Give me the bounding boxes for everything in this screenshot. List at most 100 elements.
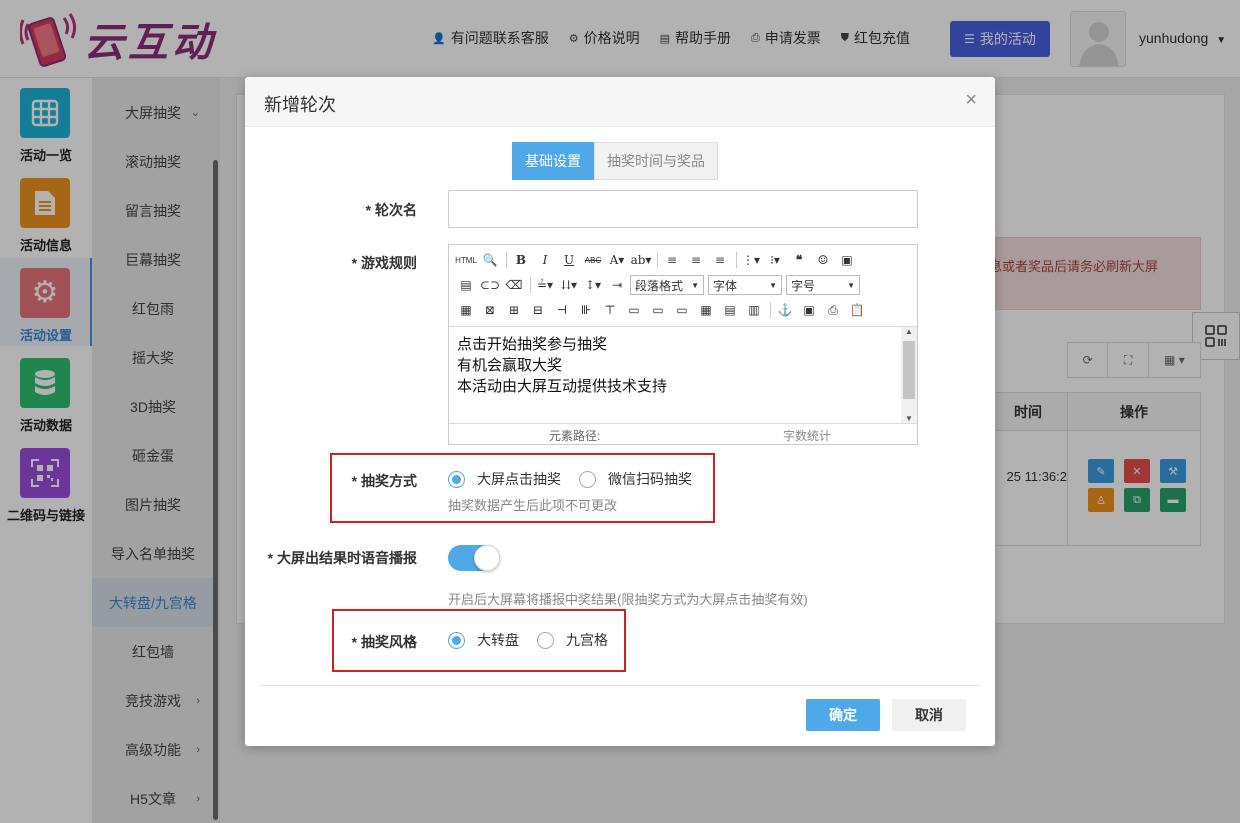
delete-col-icon[interactable]: ⊤	[599, 299, 621, 321]
editor-scrollbar[interactable]: ▲ ▼	[901, 327, 917, 423]
insert-row-icon[interactable]: ⊟	[527, 299, 549, 321]
radio-label: 大转盘	[477, 632, 519, 648]
select-value: 字号	[791, 278, 816, 293]
close-icon[interactable]: ×	[965, 90, 977, 110]
tab-basic-settings[interactable]: 基础设置	[512, 142, 594, 180]
radio-wheel[interactable]	[448, 631, 465, 649]
split-cols-icon[interactable]: ▥	[743, 299, 765, 321]
row-height-icon[interactable]: ↕▾	[582, 274, 604, 296]
cancel-button[interactable]: 取消	[892, 699, 966, 731]
radio-label: 大屏点击抽奖	[477, 471, 561, 487]
editor-toolbar: HTML 🔍 B I U ABC A▾ ab▾ ≡ ≡ ≡ ⋮▾ ⁝▾ ❝ ☺ …	[449, 245, 917, 327]
delete-row-icon[interactable]: ⊣	[551, 299, 573, 321]
merge-cells-icon[interactable]: ▭	[623, 299, 645, 321]
radio-label: 九宫格	[566, 632, 608, 648]
draw-mode-hint: 抽奖数据产生后此项不可更改	[448, 498, 618, 513]
font-family-select[interactable]: 字体 ▼	[708, 275, 782, 295]
editor-content[interactable]: 点击开始抽奖参与抽奖 有机会赢取大奖 本活动由大屏互动提供技术支持	[449, 327, 917, 423]
caret-down-icon: ▼	[769, 280, 777, 290]
line-spacing-icon[interactable]: ≟▾	[534, 274, 556, 296]
paste-icon[interactable]: 📋	[846, 299, 868, 321]
scroll-thumb[interactable]	[903, 341, 915, 399]
toolbar-row: HTML 🔍 B I U ABC A▾ ab▾ ≡ ≡ ≡ ⋮▾ ⁝▾ ❝ ☺ …	[455, 248, 860, 272]
toggle-knob	[474, 545, 500, 571]
add-round-dialog: 新增轮次 × 基础设置 抽奖时间与奖品 * 轮次名 * 游戏规则 HTML 🔍 …	[245, 77, 995, 746]
insert-image-icon[interactable]: ▣	[798, 299, 820, 321]
caret-down-icon: ▼	[691, 280, 699, 290]
italic-icon[interactable]: I	[534, 249, 556, 271]
highlight-icon[interactable]: ab▾	[630, 249, 652, 271]
toolbar-separator	[657, 252, 658, 268]
save-icon[interactable]: ▤	[455, 274, 477, 296]
word-count: 字数统计	[783, 429, 832, 443]
toolbar-separator	[770, 302, 771, 318]
unordered-list-icon[interactable]: ⁝▾	[764, 249, 786, 271]
round-name-input[interactable]	[448, 190, 918, 228]
table-icon[interactable]: ▦	[455, 299, 477, 321]
confirm-button[interactable]: 确定	[806, 699, 880, 731]
rule-line: 本活动由大屏互动提供技术支持	[457, 377, 668, 395]
rule-line: 点击开始抽奖参与抽奖	[457, 335, 608, 353]
align-left-icon[interactable]: ≡	[661, 249, 683, 271]
paragraph-spacing-icon[interactable]: ⇊▾	[558, 274, 580, 296]
tab-time-and-prizes[interactable]: 抽奖时间与奖品	[594, 142, 718, 180]
merge-right-icon[interactable]: ▭	[647, 299, 669, 321]
insert-col-icon[interactable]: ⊪	[575, 299, 597, 321]
radio-label: 微信扫码抽奖	[608, 471, 692, 487]
eraser-icon[interactable]: ⌫	[503, 274, 525, 296]
draw-style-label: * 抽奖风格	[351, 634, 417, 650]
font-color-icon[interactable]: A▾	[606, 249, 628, 271]
voice-broadcast-toggle[interactable]	[448, 545, 500, 571]
voice-broadcast-label: * 大屏出结果时语音播报	[267, 550, 417, 566]
caret-down-icon: ▼	[847, 280, 855, 290]
emoji-icon[interactable]: ☺	[812, 249, 834, 271]
radio-screen-click[interactable]	[448, 470, 465, 488]
radio-wechat-scan[interactable]	[579, 470, 596, 488]
select-value: 字体	[713, 278, 738, 293]
dialog-divider	[260, 685, 980, 686]
game-rules-label: * 游戏规则	[351, 255, 417, 271]
rich-text-editor: HTML 🔍 B I U ABC A▾ ab▾ ≡ ≡ ≡ ⋮▾ ⁝▾ ❝ ☺ …	[448, 244, 918, 445]
image-icon[interactable]: ▣	[836, 249, 858, 271]
draw-style-radio-group: 大转盘 九宫格	[448, 630, 626, 650]
scroll-down-icon[interactable]: ▼	[901, 414, 917, 423]
bold-icon[interactable]: B	[510, 249, 532, 271]
font-size-select[interactable]: 字号 ▼	[786, 275, 860, 295]
underline-icon[interactable]: U	[558, 249, 580, 271]
ordered-list-icon[interactable]: ⋮▾	[740, 249, 762, 271]
delete-table-icon[interactable]: ⊠	[479, 299, 501, 321]
toolbar-separator	[506, 252, 507, 268]
print-icon[interactable]: ⎙	[822, 299, 844, 321]
round-name-label: * 轮次名	[365, 202, 417, 218]
draw-mode-label: * 抽奖方式	[351, 473, 417, 489]
link-icon[interactable]: ⊂⊃	[479, 274, 501, 296]
align-right-icon[interactable]: ≡	[709, 249, 731, 271]
rule-line: 有机会赢取大奖	[457, 356, 563, 374]
toolbar-row: ▦ ⊠ ⊞ ⊟ ⊣ ⊪ ⊤ ▭ ▭ ▭ ▦ ▤ ▥ ⚓ ▣ ⎙ 📋	[455, 298, 870, 322]
radio-nine-grid[interactable]	[537, 631, 554, 649]
dialog-tabs: 基础设置 抽奖时间与奖品	[512, 142, 718, 180]
align-center-icon[interactable]: ≡	[685, 249, 707, 271]
toolbar-separator	[736, 252, 737, 268]
merge-down-icon[interactable]: ▭	[671, 299, 693, 321]
paragraph-format-select[interactable]: 段落格式 ▼	[630, 275, 704, 295]
quote-icon[interactable]: ❝	[788, 249, 810, 271]
toolbar-separator	[530, 277, 531, 293]
editor-footer: 元素路径: 字数统计	[449, 423, 917, 444]
split-rows-icon[interactable]: ▤	[719, 299, 741, 321]
html-source-icon[interactable]: HTML	[455, 249, 477, 271]
toolbar-row: ▤ ⊂⊃ ⌫ ≟▾ ⇊▾ ↕▾ ⇥ 段落格式 ▼ 字体 ▼ 字号 ▼	[455, 273, 864, 297]
dialog-header: 新增轮次 ×	[245, 77, 995, 127]
preview-icon[interactable]: 🔍	[479, 249, 501, 271]
voice-broadcast-hint: 开启后大屏幕将播报中奖结果(限抽奖方式为大屏点击抽奖有效)	[448, 592, 808, 607]
draw-mode-radio-group: 大屏点击抽奖 微信扫码抽奖	[448, 469, 710, 489]
indent-icon[interactable]: ⇥	[606, 274, 628, 296]
select-value: 段落格式	[635, 278, 684, 293]
element-path: 元素路径:	[549, 429, 601, 443]
anchor-icon[interactable]: ⚓	[774, 299, 796, 321]
insert-caption-icon[interactable]: ⊞	[503, 299, 525, 321]
strikethrough-icon[interactable]: ABC	[582, 249, 604, 271]
split-cells-icon[interactable]: ▦	[695, 299, 717, 321]
scroll-up-icon[interactable]: ▲	[901, 327, 917, 336]
dialog-title: 新增轮次	[264, 95, 336, 115]
